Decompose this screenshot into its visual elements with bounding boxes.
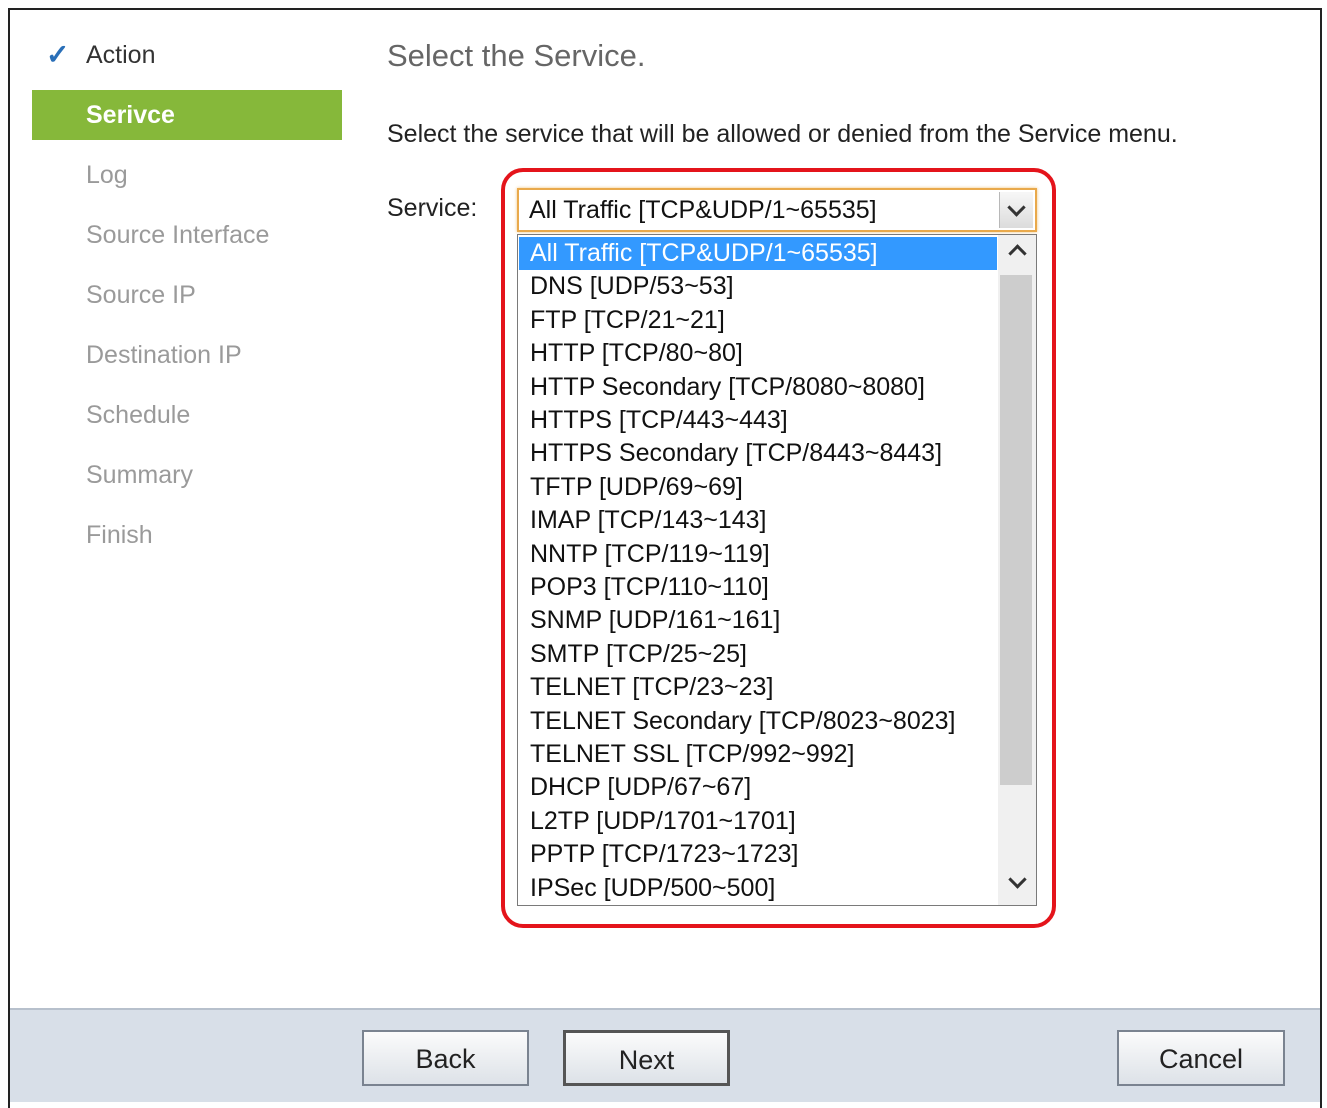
service-select-value: All Traffic [TCP&UDP/1~65535] xyxy=(529,196,877,224)
nav-step-label: Source Interface xyxy=(86,221,270,249)
chevron-down-icon xyxy=(1007,870,1027,889)
service-label: Service: xyxy=(387,194,478,222)
service-option[interactable]: HTTPS [TCP/443~443] xyxy=(519,404,997,437)
scroll-down-button[interactable] xyxy=(998,867,1036,905)
cancel-button[interactable]: Cancel xyxy=(1117,1030,1285,1086)
nav-step-source-ip: Source IP xyxy=(32,270,342,320)
service-option[interactable]: SNMP [UDP/161~161] xyxy=(519,604,997,637)
page-title: Select the Service. xyxy=(387,38,646,73)
nav-step-label: Finish xyxy=(86,521,153,549)
service-option[interactable]: All Traffic [TCP&UDP/1~65535] xyxy=(519,237,997,270)
nav-step-destination-ip: Destination IP xyxy=(32,330,342,380)
dropdown-button[interactable] xyxy=(999,192,1033,228)
nav-step-service[interactable]: Serivce xyxy=(32,90,342,140)
nav-step-action[interactable]: ✓ Action xyxy=(32,30,342,80)
service-option[interactable]: HTTP [TCP/80~80] xyxy=(519,337,997,370)
service-option[interactable]: SMTP [TCP/25~25] xyxy=(519,638,997,671)
instruction-text: Select the service that will be allowed … xyxy=(387,120,1178,148)
service-option[interactable]: IPSec [UDP/500~500] xyxy=(519,872,997,905)
scroll-up-button[interactable] xyxy=(998,235,1036,273)
service-option[interactable]: TELNET [TCP/23~23] xyxy=(519,671,997,704)
service-option[interactable]: NNTP [TCP/119~119] xyxy=(519,538,997,571)
service-option[interactable]: FTP [TCP/21~21] xyxy=(519,304,997,337)
nav-step-log: Log xyxy=(32,150,342,200)
chevron-up-icon xyxy=(1007,244,1027,263)
scrollbar[interactable] xyxy=(998,235,1036,905)
service-option[interactable]: POP3 [TCP/110~110] xyxy=(519,571,997,604)
next-button[interactable]: Next xyxy=(563,1030,730,1086)
scroll-thumb[interactable] xyxy=(1000,275,1032,785)
service-option[interactable]: IMAP [TCP/143~143] xyxy=(519,504,997,537)
nav-step-label: Schedule xyxy=(86,401,191,429)
nav-step-label: Destination IP xyxy=(86,341,242,369)
nav-step-label: Serivce xyxy=(86,101,175,129)
service-option[interactable]: DNS [UDP/53~53] xyxy=(519,270,997,303)
service-option[interactable]: HTTPS Secondary [TCP/8443~8443] xyxy=(519,437,997,470)
checkmark-icon: ✓ xyxy=(46,39,70,70)
back-button[interactable]: Back xyxy=(362,1030,529,1086)
service-option[interactable]: HTTP Secondary [TCP/8080~8080] xyxy=(519,371,997,404)
service-option[interactable]: PPTP [TCP/1723~1723] xyxy=(519,838,997,871)
service-option[interactable]: TFTP [UDP/69~69] xyxy=(519,471,997,504)
service-options-list[interactable]: All Traffic [TCP&UDP/1~65535] DNS [UDP/53… xyxy=(517,234,1037,906)
service-option[interactable]: DHCP [UDP/67~67] xyxy=(519,771,997,804)
service-option[interactable]: L2TP [UDP/1701~1701] xyxy=(519,805,997,838)
nav-step-schedule: Schedule xyxy=(32,390,342,440)
chevron-down-icon xyxy=(1007,198,1026,217)
nav-step-label: Action xyxy=(86,41,156,69)
service-select[interactable]: All Traffic [TCP&UDP/1~65535] xyxy=(517,188,1037,232)
nav-step-source-interface: Source Interface xyxy=(32,210,342,260)
service-option[interactable]: TELNET SSL [TCP/992~992] xyxy=(519,738,997,771)
wizard-steps-nav: ✓ Action Serivce Log Source Interface So… xyxy=(32,30,342,570)
nav-step-finish: Finish xyxy=(32,510,342,560)
nav-step-label: Log xyxy=(86,161,128,189)
nav-step-label: Summary xyxy=(86,461,193,489)
service-option[interactable]: TELNET Secondary [TCP/8023~8023] xyxy=(519,705,997,738)
nav-step-summary: Summary xyxy=(32,450,342,500)
nav-step-label: Source IP xyxy=(86,281,196,309)
